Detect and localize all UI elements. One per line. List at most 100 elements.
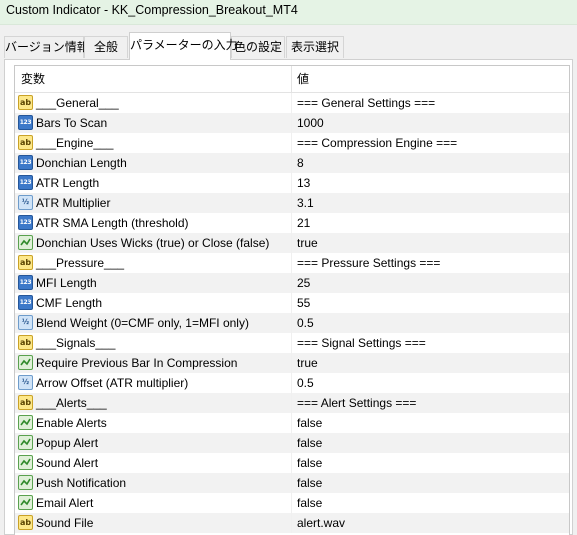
parameter-value[interactable]: false: [297, 493, 322, 513]
parameter-row[interactable]: Enable Alerts false: [15, 413, 569, 433]
string-type-icon: ab: [18, 515, 33, 530]
double-type-icon: ½: [18, 195, 33, 210]
double-type-icon: ½: [18, 375, 33, 390]
tab-version-info[interactable]: バージョン情報: [4, 36, 89, 58]
string-type-icon: ab: [18, 395, 33, 410]
cell-divider: [291, 253, 292, 273]
cell-divider: [291, 133, 292, 153]
parameter-name: Push Notification: [36, 476, 127, 490]
parameter-row[interactable]: Push Notification false: [15, 473, 569, 493]
parameter-value[interactable]: 0.5: [297, 313, 314, 333]
cell-divider: [291, 273, 292, 293]
parameter-value[interactable]: true: [297, 353, 318, 373]
cell-divider: [291, 93, 292, 113]
cell-divider: [291, 433, 292, 453]
cell-divider: [291, 213, 292, 233]
string-type-icon: ab: [18, 335, 33, 350]
parameter-row[interactable]: ab ___Engine___ === Compression Engine ===: [15, 133, 569, 153]
parameter-row[interactable]: Require Previous Bar In Compression true: [15, 353, 569, 373]
parameter-row[interactable]: ab ___Alerts___ === Alert Settings ===: [15, 393, 569, 413]
parameter-value[interactable]: false: [297, 413, 322, 433]
cell-divider: [291, 333, 292, 353]
parameter-name: ___Pressure___: [36, 256, 125, 270]
parameter-name: ___Engine___: [36, 136, 114, 150]
parameter-value[interactable]: 0.5: [297, 373, 314, 393]
parameter-value[interactable]: === Compression Engine ===: [297, 133, 457, 153]
string-type-icon: ab: [18, 255, 33, 270]
tab-visualization[interactable]: 表示選択: [286, 36, 344, 58]
column-header-variable[interactable]: 変数: [21, 66, 45, 93]
parameter-value[interactable]: alert.wav: [297, 513, 345, 533]
grid-header: 変数 値: [15, 66, 569, 93]
parameter-row[interactable]: 123 ATR Length 13: [15, 173, 569, 193]
cell-divider: [291, 453, 292, 473]
parameter-row[interactable]: ab ___General___ === General Settings ===: [15, 93, 569, 113]
parameter-name: Popup Alert: [36, 436, 99, 450]
integer-type-icon: 123: [18, 155, 33, 170]
parameter-row[interactable]: 123 Donchian Length 8: [15, 153, 569, 173]
parameter-value[interactable]: 3.1: [297, 193, 314, 213]
cell-divider: [291, 513, 292, 533]
parameter-row[interactable]: ab ___Signals___ === Signal Settings ===: [15, 333, 569, 353]
string-type-icon: ab: [18, 135, 33, 150]
cell-divider: [291, 353, 292, 373]
parameter-name: Arrow Offset (ATR multiplier): [36, 376, 189, 390]
boolean-type-icon: [18, 235, 33, 250]
parameter-name: Enable Alerts: [36, 416, 107, 430]
parameter-value[interactable]: 55: [297, 293, 310, 313]
parameter-name: Blend Weight (0=CMF only, 1=MFI only): [36, 316, 249, 330]
parameter-row[interactable]: ½ Blend Weight (0=CMF only, 1=MFI only) 0.…: [15, 313, 569, 333]
parameters-grid: 変数 値 ab ___General___ === General Settings…: [14, 65, 570, 535]
parameter-value[interactable]: === General Settings ===: [297, 93, 435, 113]
parameter-row[interactable]: ½ Arrow Offset (ATR multiplier) 0.5: [15, 373, 569, 393]
parameter-row[interactable]: 123 CMF Length 55: [15, 293, 569, 313]
boolean-type-icon: [18, 355, 33, 370]
cell-divider: [291, 173, 292, 193]
parameter-value[interactable]: false: [297, 473, 322, 493]
cell-divider: [291, 113, 292, 133]
tab-general[interactable]: 全般: [84, 36, 128, 58]
parameter-value[interactable]: false: [297, 433, 322, 453]
parameter-name: Email Alert: [36, 496, 94, 510]
parameter-row[interactable]: Popup Alert false: [15, 433, 569, 453]
parameter-row[interactable]: ab ___Pressure___ === Pressure Settings ==…: [15, 253, 569, 273]
integer-type-icon: 123: [18, 275, 33, 290]
parameter-name: Bars To Scan: [36, 116, 108, 130]
integer-type-icon: 123: [18, 215, 33, 230]
window-title: Custom Indicator - KK_Compression_Breako…: [6, 3, 298, 17]
parameter-value[interactable]: === Signal Settings ===: [297, 333, 426, 353]
parameter-row[interactable]: ½ ATR Multiplier 3.1: [15, 193, 569, 213]
parameter-value[interactable]: 1000: [297, 113, 324, 133]
parameter-name: CMF Length: [36, 296, 103, 310]
cell-divider: [291, 373, 292, 393]
parameter-row[interactable]: 123 MFI Length 25: [15, 273, 569, 293]
parameter-value[interactable]: === Pressure Settings ===: [297, 253, 440, 273]
double-type-icon: ½: [18, 315, 33, 330]
column-divider[interactable]: [291, 66, 292, 93]
boolean-type-icon: [18, 415, 33, 430]
parameter-value[interactable]: 13: [297, 173, 310, 193]
tab-colors[interactable]: 色の設定: [231, 36, 285, 58]
parameter-value[interactable]: === Alert Settings ===: [297, 393, 416, 413]
parameter-row[interactable]: ab Sound File alert.wav: [15, 513, 569, 533]
parameter-row[interactable]: 123 ATR SMA Length (threshold) 21: [15, 213, 569, 233]
cell-divider: [291, 493, 292, 513]
parameter-row[interactable]: Donchian Uses Wicks (true) or Close (fal…: [15, 233, 569, 253]
parameter-row[interactable]: Email Alert false: [15, 493, 569, 513]
parameter-name: ___General___: [36, 96, 119, 110]
cell-divider: [291, 193, 292, 213]
tab-strip: バージョン情報 全般 パラメーターの入力 色の設定 表示選択: [0, 25, 577, 60]
parameter-value[interactable]: 8: [297, 153, 304, 173]
parameter-value[interactable]: 21: [297, 213, 310, 233]
cell-divider: [291, 473, 292, 493]
grid-rows: ab ___General___ === General Settings === 1…: [15, 93, 569, 533]
parameter-row[interactable]: Sound Alert false: [15, 453, 569, 473]
parameter-value[interactable]: false: [297, 453, 322, 473]
parameter-name: Donchian Uses Wicks (true) or Close (fal…: [36, 236, 270, 250]
parameter-name: Sound File: [36, 516, 94, 530]
parameter-value[interactable]: true: [297, 233, 318, 253]
column-header-value[interactable]: 値: [297, 66, 309, 93]
parameter-row[interactable]: 123 Bars To Scan 1000: [15, 113, 569, 133]
tab-inputs[interactable]: パラメーターの入力: [129, 32, 238, 60]
parameter-value[interactable]: 25: [297, 273, 310, 293]
